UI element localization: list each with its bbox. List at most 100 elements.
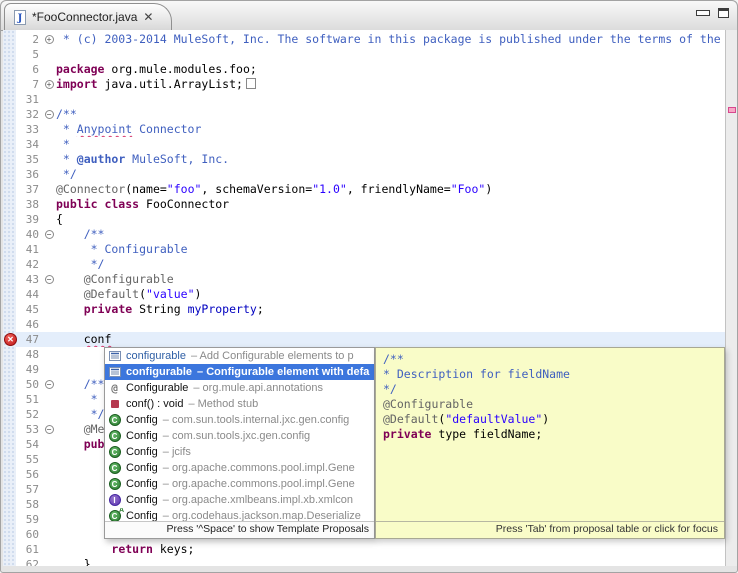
code-text[interactable]: } (56, 557, 725, 566)
overview-ruler[interactable] (725, 30, 737, 566)
code-text[interactable]: { (56, 212, 725, 227)
line-number: 34 (16, 137, 42, 152)
code-text[interactable]: public class FooConnector (56, 197, 725, 212)
code-text[interactable]: @Configurable (56, 272, 725, 287)
proposal-qualifier: – org.mule.api.annotations (193, 382, 323, 394)
line-number: 2 (16, 32, 42, 47)
line-number: 47 (16, 332, 42, 347)
content-assist-popup: configurable – Add Configurable elements… (104, 347, 375, 539)
line-number: 58 (16, 497, 42, 512)
code-text[interactable]: * Anypoint Connector (56, 122, 725, 137)
minimize-icon[interactable] (696, 10, 710, 16)
folded-region-icon[interactable] (246, 78, 256, 89)
line-number: 38 (16, 197, 42, 212)
proposal-name: conf() : void (126, 398, 183, 410)
line-number: 62 (16, 557, 42, 566)
code-text[interactable]: private String myProperty; (56, 302, 725, 317)
fold-collapse-icon[interactable]: − (45, 425, 54, 434)
proposal-qualifier: – Configurable element with defa (197, 366, 369, 378)
line-number: 60 (16, 527, 42, 542)
proposal-qualifier: – jcifs (163, 446, 191, 458)
code-text[interactable] (56, 92, 725, 107)
code-line: 43− @Configurable (3, 272, 725, 287)
preview-code-line: */ (383, 382, 724, 397)
proposal-qualifier: – org.apache.commons.pool.impl.Gene (163, 478, 355, 490)
completion-item[interactable]: @ Configurable – org.mule.api.annotations (105, 380, 374, 396)
proposal-name: Config (126, 478, 158, 490)
proposal-name: Config (126, 510, 158, 521)
code-text[interactable]: conf (56, 332, 725, 347)
completion-item[interactable]: CConfig – com.sun.tools.jxc.gen.config (105, 428, 374, 444)
code-line: 6 package org.mule.modules.foo; (3, 62, 725, 77)
proposal-qualifier: – org.apache.xmlbeans.impl.xb.xmlcon (163, 494, 353, 506)
code-text[interactable]: @Default("value") (56, 287, 725, 302)
annotation-icon: @ (108, 382, 121, 395)
close-icon[interactable]: ✕ (143, 11, 153, 23)
completion-item[interactable]: CConfig – jcifs (105, 444, 374, 460)
code-text[interactable]: import java.util.ArrayList; (56, 77, 725, 92)
proposal-name: Config (126, 446, 158, 458)
fold-collapse-icon[interactable]: − (45, 110, 54, 119)
completion-item[interactable]: C Config – org.apache.commons.pool.impl.G… (105, 476, 374, 492)
code-text[interactable]: /** (56, 227, 725, 242)
code-line: 34 * (3, 137, 725, 152)
code-text[interactable]: /** (56, 107, 725, 122)
code-text[interactable]: return keys; (56, 542, 725, 557)
tab-fooconnector[interactable]: J *FooConnector.java ✕ (4, 3, 172, 30)
code-text[interactable]: package org.mule.modules.foo; (56, 62, 725, 77)
line-number: 5 (16, 47, 42, 62)
completion-list: configurable – Add Configurable elements… (105, 348, 374, 521)
code-line: 33 * Anypoint Connector (3, 122, 725, 137)
completion-item[interactable]: CConfig – org.apache.commons.pool.impl.G… (105, 460, 374, 476)
maximize-icon[interactable] (718, 8, 729, 18)
proposal-name: Config (126, 462, 158, 474)
code-line: 37@Connector(name="foo", schemaVersion="… (3, 182, 725, 197)
code-line: 62 } (3, 557, 725, 566)
completion-item[interactable]: CAConfig – org.codehaus.jackson.map.Dese… (105, 508, 374, 521)
completion-item[interactable]: CConfig – com.sun.tools.internal.jxc.gen… (105, 412, 374, 428)
proposal-qualifier: – Method stub (188, 398, 258, 410)
line-number: 53 (16, 422, 42, 437)
class-icon: C (108, 414, 121, 427)
svg-text:J: J (17, 13, 23, 24)
code-line: 2+ * (c) 2003-2014 MuleSoft, Inc. The so… (3, 32, 725, 47)
line-number: 6 (16, 62, 42, 77)
proposal-name: configurable (126, 350, 186, 362)
code-text[interactable]: @Connector(name="foo", schemaVersion="1.… (56, 182, 725, 197)
overview-marker-icon[interactable] (728, 107, 736, 113)
code-text[interactable]: * @author MuleSoft, Inc. (56, 152, 725, 167)
template-proposal-icon (108, 350, 121, 363)
line-number: 35 (16, 152, 42, 167)
code-line: 40− /** (3, 227, 725, 242)
class-icon: C (108, 478, 121, 491)
fold-collapse-icon[interactable]: − (45, 230, 54, 239)
line-number: 48 (16, 347, 42, 362)
code-text[interactable]: * (c) 2003-2014 MuleSoft, Inc. The softw… (56, 32, 725, 47)
template-proposal-icon (108, 366, 121, 379)
completion-item[interactable]: IConfig – org.apache.xmlbeans.impl.xb.xm… (105, 492, 374, 508)
preview-code: /*** Description for fieldName*/@Configu… (376, 348, 724, 521)
code-text[interactable]: */ (56, 257, 725, 272)
code-text[interactable]: */ (56, 167, 725, 182)
proposal-qualifier: – Add Configurable elements to p (191, 350, 354, 362)
code-line: 7+import java.util.ArrayList; (3, 77, 725, 92)
fold-expand-icon[interactable]: + (45, 35, 54, 44)
code-text[interactable] (56, 47, 725, 62)
code-text[interactable] (56, 317, 725, 332)
code-line: 47 conf (3, 332, 725, 347)
code-text[interactable]: * (56, 137, 725, 152)
completion-item[interactable]: conf() : void – Method stub (105, 396, 374, 412)
code-text[interactable]: * Configurable (56, 242, 725, 257)
editor-tab-bar: J *FooConnector.java ✕ (1, 1, 737, 31)
fold-collapse-icon[interactable]: − (45, 380, 54, 389)
line-number: 51 (16, 392, 42, 407)
fold-collapse-icon[interactable]: − (45, 275, 54, 284)
completion-item[interactable]: configurable – Add Configurable elements… (105, 348, 374, 364)
line-number: 57 (16, 482, 42, 497)
private-method-icon (108, 398, 121, 411)
fold-expand-icon[interactable]: + (45, 80, 54, 89)
proposal-name: Configurable (126, 382, 188, 394)
completion-item-selected[interactable]: configurable – Configurable element with… (105, 364, 374, 380)
editor-window: J *FooConnector.java ✕ 2+ * (c) 2003-201… (0, 0, 738, 573)
error-icon[interactable]: ✕ (4, 333, 17, 346)
